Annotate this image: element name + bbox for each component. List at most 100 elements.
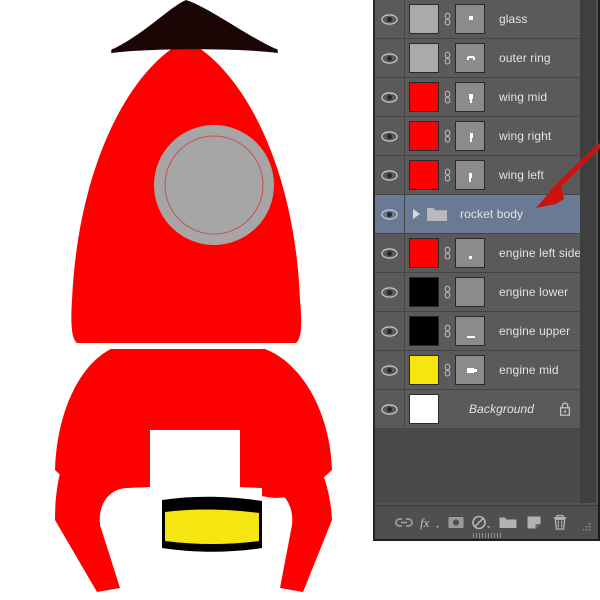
layer-mask-link-toggle[interactable] xyxy=(439,246,455,260)
layer-visibility-toggle[interactable] xyxy=(375,77,405,117)
layer-thumbnail[interactable] xyxy=(409,394,439,424)
eye-icon[interactable] xyxy=(381,364,398,376)
link-chain-icon[interactable] xyxy=(443,90,452,104)
layer-name[interactable]: engine upper xyxy=(499,324,570,338)
layer-mask-link-toggle[interactable] xyxy=(439,324,455,338)
layer-row-engine-lower[interactable]: engine lower xyxy=(375,272,583,312)
layer-visibility-toggle[interactable] xyxy=(375,116,405,156)
layer-mask-thumbnail[interactable] xyxy=(455,355,485,385)
layer-mask-thumbnail[interactable] xyxy=(455,121,485,151)
layer-mask-thumbnail[interactable] xyxy=(455,316,485,346)
layer-visibility-toggle[interactable] xyxy=(375,194,405,234)
layer-row-outer-ring[interactable]: outer ring xyxy=(375,38,583,78)
layer-mask-thumbnail[interactable] xyxy=(455,4,485,34)
link-layers-button[interactable] xyxy=(391,510,417,536)
eye-icon[interactable] xyxy=(381,13,398,25)
layer-row-background[interactable]: Background xyxy=(375,389,583,429)
layer-name[interactable]: outer ring xyxy=(499,51,551,65)
layer-mask-thumbnail[interactable] xyxy=(455,160,485,190)
layer-mask-thumbnail[interactable] xyxy=(455,238,485,268)
delete-layer-button[interactable] xyxy=(547,510,573,536)
layers-scrollbar[interactable] xyxy=(580,0,596,503)
layers-list-scroll[interactable]: glass outer ring wing mid wing right wing le… xyxy=(375,0,584,503)
link-chain-icon[interactable] xyxy=(443,12,452,26)
layer-row-engine-left-side[interactable]: engine left side xyxy=(375,233,583,273)
rocket-illustration xyxy=(0,0,373,600)
layer-style-button[interactable]: fx xyxy=(417,510,443,536)
layer-name[interactable]: engine lower xyxy=(499,285,568,299)
layer-mask-link-toggle[interactable] xyxy=(439,363,455,377)
link-chain-icon[interactable] xyxy=(443,324,452,338)
layer-mask-link-toggle[interactable] xyxy=(439,51,455,65)
layer-name[interactable]: Background xyxy=(469,402,534,416)
link-chain-icon[interactable] xyxy=(443,246,452,260)
eye-icon[interactable] xyxy=(381,403,398,415)
new-layer-button[interactable] xyxy=(521,510,547,536)
group-expand-arrow-icon[interactable] xyxy=(413,209,420,219)
adjustment-layer-button[interactable] xyxy=(469,510,495,536)
layer-mask-link-toggle[interactable] xyxy=(439,12,455,26)
eye-icon[interactable] xyxy=(381,286,398,298)
layer-row-wing-right[interactable]: wing right xyxy=(375,116,583,156)
layer-row-glass[interactable]: glass xyxy=(375,0,583,39)
layer-thumbnail[interactable] xyxy=(409,82,439,112)
layer-name[interactable]: wing mid xyxy=(499,90,547,104)
new-layer-icon xyxy=(527,516,541,529)
layer-row-wing-left[interactable]: wing left xyxy=(375,155,583,195)
layer-visibility-toggle[interactable] xyxy=(375,389,405,429)
layers-panel: glass outer ring wing mid wing right wing le… xyxy=(373,0,600,541)
new-group-button[interactable] xyxy=(495,510,521,536)
layer-mask-link-toggle[interactable] xyxy=(439,168,455,182)
layer-thumbnail[interactable] xyxy=(409,4,439,34)
layer-name[interactable]: rocket body xyxy=(460,207,523,221)
layer-row-engine-upper[interactable]: engine upper xyxy=(375,311,583,351)
layer-name[interactable]: wing left xyxy=(499,168,544,182)
layer-mask-link-toggle[interactable] xyxy=(439,129,455,143)
link-chain-icon[interactable] xyxy=(443,51,452,65)
eye-icon[interactable] xyxy=(381,169,398,181)
layer-mask-icon xyxy=(448,517,464,528)
link-chain-icon[interactable] xyxy=(443,168,452,182)
eye-icon[interactable] xyxy=(381,208,398,220)
layer-visibility-toggle[interactable] xyxy=(375,0,405,39)
panel-resize-handle[interactable] xyxy=(472,533,501,538)
layer-thumbnail[interactable] xyxy=(409,121,439,151)
layer-mask-thumbnail[interactable] xyxy=(455,277,485,307)
layer-mask-thumbnail[interactable] xyxy=(455,43,485,73)
link-chain-icon[interactable] xyxy=(443,129,452,143)
layer-mask-link-toggle[interactable] xyxy=(439,90,455,104)
layer-row-rocket-body[interactable]: rocket body xyxy=(375,194,583,234)
layer-thumbnail[interactable] xyxy=(409,238,439,268)
layer-visibility-toggle[interactable] xyxy=(375,155,405,195)
layer-visibility-toggle[interactable] xyxy=(375,233,405,273)
layer-name[interactable]: wing right xyxy=(499,129,551,143)
layer-mask-button[interactable] xyxy=(443,510,469,536)
layer-name[interactable]: glass xyxy=(499,12,528,26)
eye-icon[interactable] xyxy=(381,325,398,337)
layer-thumbnail[interactable] xyxy=(409,160,439,190)
canvas-area[interactable] xyxy=(0,0,373,600)
layer-visibility-toggle[interactable] xyxy=(375,38,405,78)
link-chain-icon[interactable] xyxy=(443,363,452,377)
layer-thumbnail[interactable] xyxy=(409,43,439,73)
resize-grip-icon[interactable] xyxy=(580,522,592,534)
eye-icon[interactable] xyxy=(381,52,398,64)
layer-visibility-toggle[interactable] xyxy=(375,272,405,312)
layer-mask-thumbnail[interactable] xyxy=(455,82,485,112)
layer-thumbnail[interactable] xyxy=(409,355,439,385)
layer-row-engine-mid[interactable]: engine mid xyxy=(375,350,583,390)
layer-name[interactable]: engine left side xyxy=(499,246,581,260)
link-chain-icon[interactable] xyxy=(443,285,452,299)
layer-thumbnail[interactable] xyxy=(409,316,439,346)
eye-icon[interactable] xyxy=(381,130,398,142)
mask-shape xyxy=(467,368,474,373)
eye-icon[interactable] xyxy=(381,91,398,103)
layer-visibility-toggle[interactable] xyxy=(375,350,405,390)
layer-thumbnail[interactable] xyxy=(409,277,439,307)
eye-icon[interactable] xyxy=(381,247,398,259)
layer-name[interactable]: engine mid xyxy=(499,363,559,377)
layer-visibility-toggle[interactable] xyxy=(375,311,405,351)
layer-mask-link-toggle[interactable] xyxy=(439,285,455,299)
mask-shape xyxy=(467,336,475,338)
layer-row-wing-mid[interactable]: wing mid xyxy=(375,77,583,117)
